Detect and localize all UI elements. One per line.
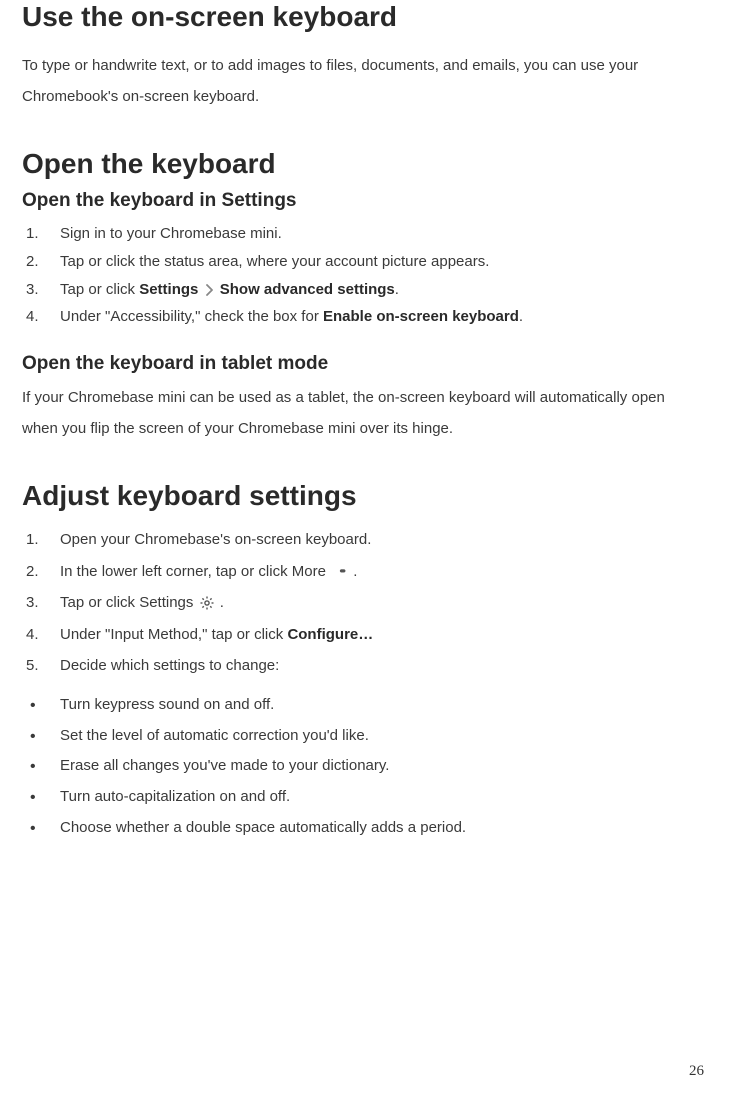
subsection-open-tablet-mode: Open the keyboard in tablet mode [22,353,700,375]
list-item: Open your Chromebase's on-screen keyboar… [22,524,700,556]
bold-text: Settings [139,281,198,298]
adjust-steps-list: Open your Chromebase's on-screen keyboar… [22,524,700,682]
section-open-keyboard: Open the keyboard [22,147,700,181]
list-item: Set the level of automatic correction yo… [22,721,700,752]
list-item: Under "Accessibility," check the box for… [22,303,700,331]
list-item: Choose whether a double space automatica… [22,813,700,844]
chevron-right-icon [205,284,214,296]
text: . [349,563,357,580]
list-item: Turn keypress sound on and off. [22,690,700,721]
list-item: Tap or click Settings Show advanced sett… [22,276,700,304]
page-number: 26 [689,1063,704,1080]
bold-text: Show advanced settings [220,281,395,298]
bold-text: Enable on-screen keyboard [323,308,519,325]
text: Tap or click Settings [60,594,198,611]
list-item: Sign in to your Chromebase mini. [22,220,700,248]
settings-steps-list: Sign in to your Chromebase mini. Tap or … [22,220,700,331]
bold-text: Configure… [287,626,373,643]
tablet-paragraph: If your Chromebase mini can be used as a… [22,383,700,445]
list-item: Under "Input Method," tap or click Confi… [22,619,700,651]
list-item: Tap or click Settings . [22,587,700,619]
list-item: In the lower left corner, tap or click M… [22,556,700,588]
gear-icon [199,595,215,611]
list-item: Decide which settings to change: [22,650,700,682]
section-adjust-settings: Adjust keyboard settings [22,479,700,513]
text: Tap or click [60,281,139,298]
settings-bullets: Turn keypress sound on and off. Set the … [22,690,700,844]
text: In the lower left corner, tap or click M… [60,563,330,580]
subsection-open-in-settings: Open the keyboard in Settings [22,190,700,212]
list-item: Erase all changes you've made to your di… [22,751,700,782]
text: Under "Input Method," tap or click [60,626,287,643]
text: . [395,281,399,298]
intro-paragraph: To type or handwrite text, or to add ima… [22,50,700,113]
page-title: Use the on-screen keyboard [22,0,700,34]
text: Under "Accessibility," check the box for [60,308,323,325]
list-item: Turn auto-capitalization on and off. [22,782,700,813]
list-item: Tap or click the status area, where your… [22,248,700,276]
text: . [519,308,523,325]
more-icon: ••• [334,559,348,584]
text: . [216,594,224,611]
